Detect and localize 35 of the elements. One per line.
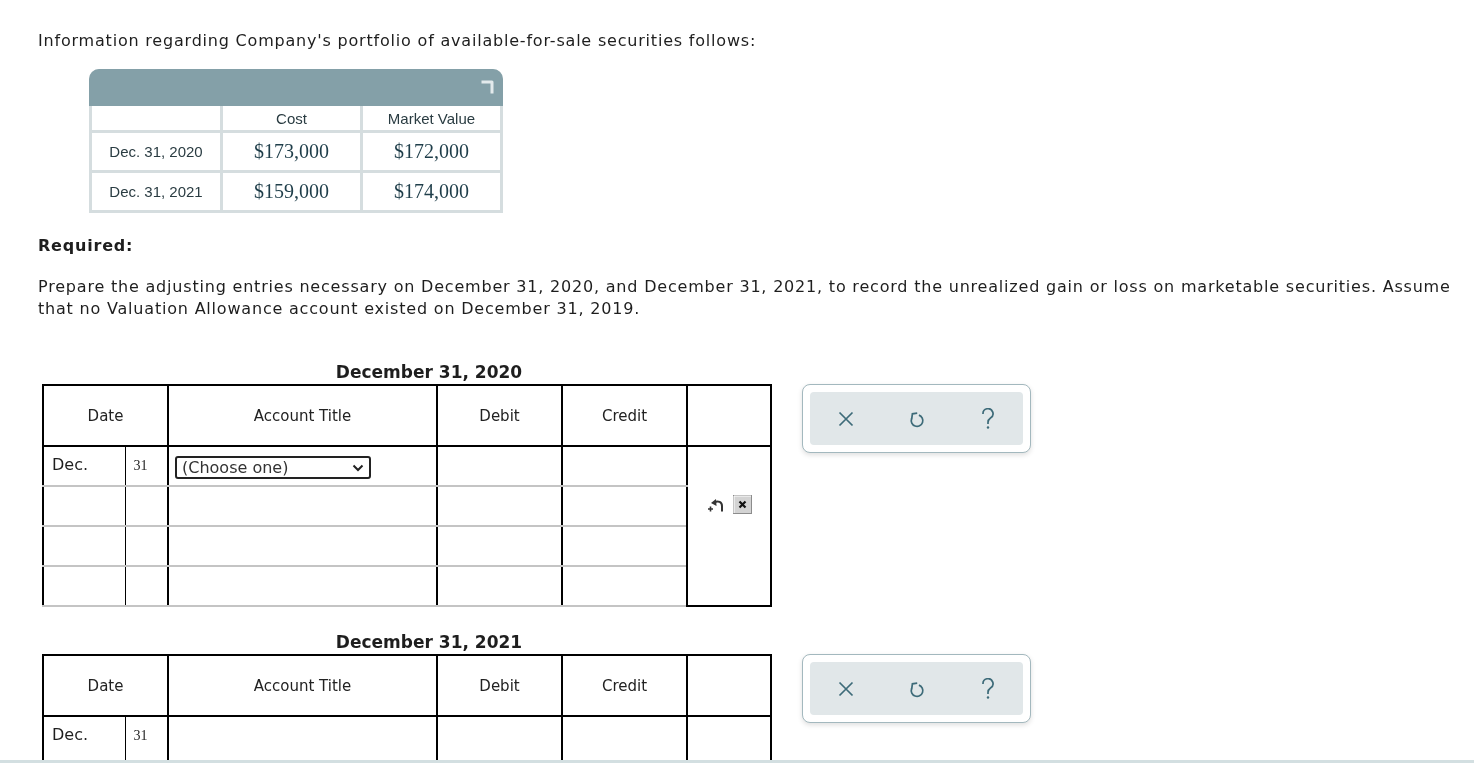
date-day-cell: 31: [125, 446, 168, 486]
undo-icon[interactable]: [908, 409, 925, 428]
date-month-cell: Dec.: [43, 446, 125, 486]
instructions-text: Prepare the adjusting entries necessary on December 31, 2020, and December 31, 2021, to record the unrealized gain or loss on marketable securities. Assume that no Valuation Allowance account existed on December 31, 2019.: [38, 276, 1452, 320]
table-cell: $173,000: [223, 133, 360, 170]
column-header: Date: [43, 655, 168, 716]
close-icon[interactable]: [837, 680, 854, 697]
journal-title: December 31, 2020: [335, 362, 523, 382]
column-header: Market Value: [363, 106, 500, 130]
help-icon[interactable]: [980, 407, 995, 430]
row-label: Dec. 31, 2021: [92, 173, 220, 210]
undo-icon[interactable]: [908, 679, 925, 698]
table-cell: $159,000: [223, 173, 360, 210]
table-cell: $172,000: [363, 133, 500, 170]
table-cell: $174,000: [363, 173, 500, 210]
column-header: Credit: [562, 655, 687, 716]
intro-text: Information regarding Company's portfolio of available-for-sale securities follows:: [38, 31, 757, 51]
column-header: Account Title: [168, 655, 437, 716]
journal-title: December 31, 2021: [335, 632, 523, 652]
row-label: Dec. 31, 2020: [92, 133, 220, 170]
credit-field[interactable]: [562, 446, 687, 486]
help-icon[interactable]: [980, 677, 995, 700]
column-header: Cost: [223, 106, 360, 130]
column-header: Date: [43, 385, 168, 446]
debit-field[interactable]: [437, 446, 562, 486]
arrow-plus-icon[interactable]: [706, 496, 725, 513]
column-header: Account Title: [168, 385, 437, 446]
column-header: Credit: [562, 385, 687, 446]
required-heading: Required:: [38, 236, 134, 256]
x-square-icon[interactable]: [732, 495, 752, 514]
chevron-down-icon: [352, 463, 364, 472]
column-header: Debit: [437, 385, 562, 446]
column-header: Debit: [437, 655, 562, 716]
account-select[interactable]: (Choose one): [175, 456, 371, 479]
close-icon[interactable]: [837, 410, 854, 427]
